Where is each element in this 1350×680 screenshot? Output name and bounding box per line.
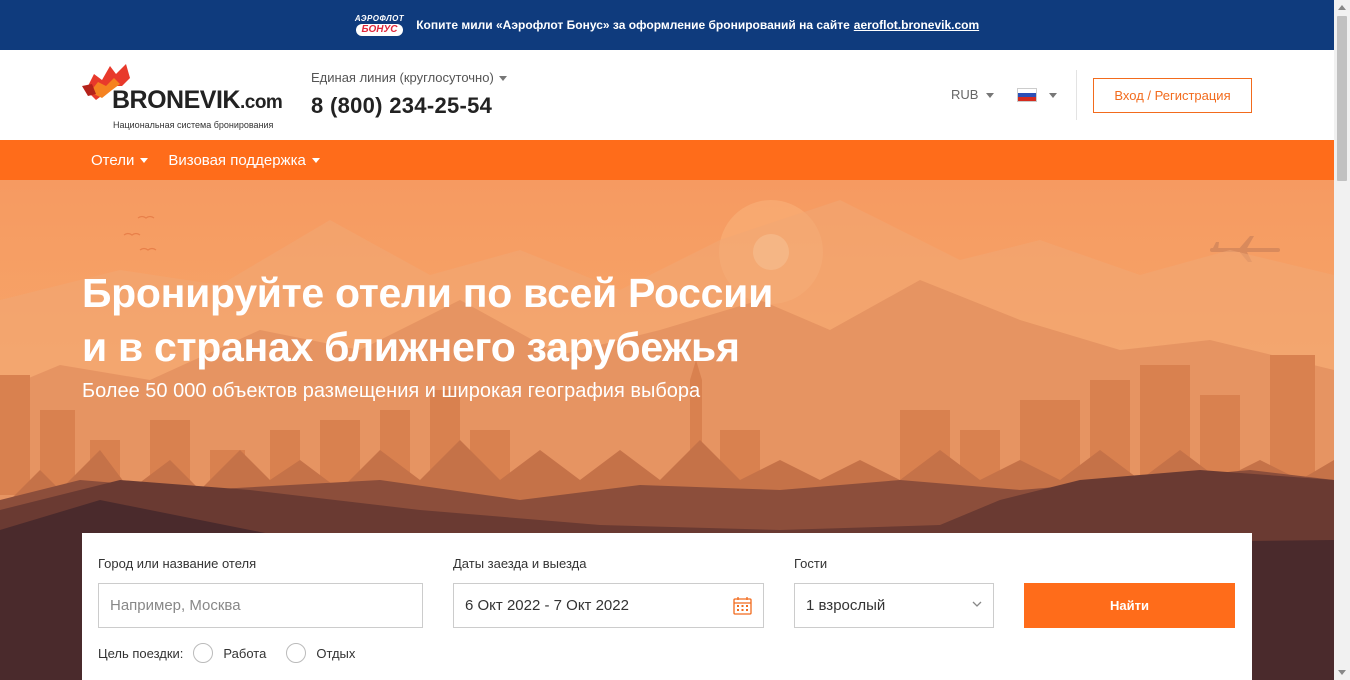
aeroflot-logo-top: АЭРОФЛОТ [354, 13, 405, 23]
guests-select[interactable]: 1 взрослый [794, 583, 994, 628]
hero-title-line-1: Бронируйте отели по всей России [82, 270, 773, 316]
logo-tagline: Национальная система бронирования [113, 120, 274, 130]
promo-banner: АЭРОФЛОТ БОНУС Копите мили «Аэрофлот Бон… [0, 0, 1334, 50]
main-nav: Отели Визовая поддержка [0, 140, 1334, 180]
city-input[interactable]: Например, Москва [98, 583, 423, 628]
aeroflot-bonus-logo: АЭРОФЛОТ БОНУС [354, 13, 405, 36]
russia-flag-icon[interactable] [1017, 88, 1037, 102]
login-register-button[interactable]: Вход / Регистрация [1093, 78, 1252, 113]
dates-label: Даты заезда и выезда [453, 556, 587, 571]
page-scrollbar[interactable] [1334, 0, 1350, 680]
chevron-down-icon [140, 157, 149, 163]
hotel-search-form: Город или название отеля Например, Москв… [82, 533, 1252, 680]
phone-line-label: Единая линия (круглосуточно) [311, 70, 494, 85]
logo-name: BRONEVIK [112, 86, 240, 114]
promo-link[interactable]: aeroflot.bronevik.com [854, 18, 979, 32]
chevron-down-icon [986, 93, 995, 99]
bronevik-logo[interactable]: BRONEVIK.com Национальная система бронир… [82, 60, 283, 132]
dates-value: 6 Окт 2022 - 7 Окт 2022 [465, 597, 629, 614]
nav-item-hotels[interactable]: Отели [91, 151, 149, 169]
currency-value: RUB [951, 87, 979, 102]
calendar-icon[interactable] [733, 596, 752, 615]
promo-text: Копите мили «Аэрофлот Бонус» за оформлен… [416, 18, 850, 32]
scroll-up-arrow-icon[interactable] [1338, 5, 1346, 10]
find-button[interactable]: Найти [1024, 583, 1235, 628]
dates-input[interactable]: 6 Окт 2022 - 7 Окт 2022 [453, 583, 764, 628]
radio-work-label[interactable]: Работа [223, 646, 266, 661]
chevron-down-icon [972, 601, 982, 607]
aeroflot-logo-bottom: БОНУС [355, 23, 404, 36]
radio-work[interactable] [193, 643, 214, 663]
chevron-down-icon [498, 76, 507, 82]
phone-line-dropdown[interactable]: Единая линия (круглосуточно) [311, 70, 507, 85]
scroll-thumb[interactable] [1337, 16, 1347, 181]
city-label: Город или название отеля [98, 556, 257, 571]
logo-domain: .com [239, 92, 283, 113]
nav-item-visa-support[interactable]: Визовая поддержка [168, 151, 320, 169]
trip-purpose: Цель поездки: Работа Отдых [98, 643, 355, 663]
phone-number[interactable]: 8 (800) 234-25-54 [311, 93, 492, 119]
hero-title-line-2: и в странах ближнего зарубежья [82, 324, 740, 370]
site-header: BRONEVIK.com Национальная система бронир… [0, 50, 1334, 140]
scroll-down-arrow-icon[interactable] [1338, 670, 1346, 675]
radio-leisure-label[interactable]: Отдых [316, 646, 355, 661]
guests-value: 1 взрослый [806, 597, 886, 614]
radio-leisure[interactable] [286, 643, 307, 663]
language-chevron-down-icon[interactable] [1049, 93, 1057, 98]
nav-item-label: Визовая поддержка [168, 151, 306, 169]
hero-title: Бронируйте отели по всей России и в стра… [82, 266, 773, 374]
hero-subtitle: Более 50 000 объектов размещения и широк… [82, 380, 701, 402]
guests-label: Гости [794, 556, 828, 571]
header-divider [1076, 70, 1077, 120]
trip-purpose-label: Цель поездки: [98, 645, 184, 661]
nav-item-label: Отели [91, 151, 135, 169]
chevron-down-icon [311, 157, 320, 163]
currency-selector[interactable]: RUB [951, 87, 995, 102]
